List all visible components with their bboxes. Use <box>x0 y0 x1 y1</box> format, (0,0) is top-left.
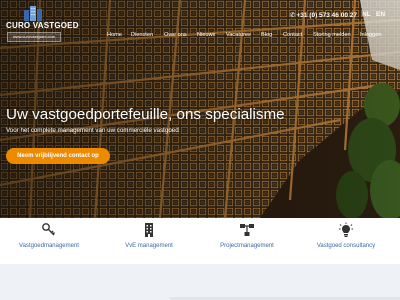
service-vastgoed-consultancy[interactable]: Vastgoed consultancy <box>301 222 391 256</box>
nav-home[interactable]: Home <box>107 32 122 38</box>
phone-icon: ✆ <box>290 12 296 19</box>
nav-over-ons[interactable]: Over ons <box>164 32 187 38</box>
service-label: Projectmanagement <box>220 243 274 249</box>
phone-number: +31 (0) 573 46 00 27 <box>296 12 357 19</box>
lang-nl[interactable]: NL <box>362 11 371 18</box>
service-vastgoedmanagement[interactable]: Vastgoedmanagement <box>4 222 94 256</box>
hero-subline: Voor het complete management van uw comm… <box>6 127 179 134</box>
building-icon <box>145 223 153 237</box>
brand-name: CURO VASTGOED <box>6 21 79 30</box>
nav-nieuws[interactable]: Nieuws <box>197 32 215 38</box>
service-label: Vastgoed consultancy <box>316 243 376 249</box>
key-icon <box>42 223 55 236</box>
service-vve-management[interactable]: VvE management <box>104 222 194 256</box>
service-projectmanagement[interactable]: Projectmanagement <box>202 222 292 256</box>
building-logo-icon <box>24 6 42 21</box>
lightbulb-icon <box>339 222 353 237</box>
service-label: VvE management <box>125 243 173 249</box>
brand-tagline: www.curovastgoed.com <box>7 32 61 42</box>
brand-logo[interactable]: CURO VASTGOED www.curovastgoed.com <box>6 5 78 43</box>
service-label: Vastgoedmanagement <box>19 243 79 249</box>
next-section-band <box>0 264 400 300</box>
nav-blog[interactable]: Blog <box>261 32 272 38</box>
nav-diensten[interactable]: Diensten <box>131 32 153 38</box>
phone-link[interactable]: ✆+31 (0) 573 46 00 27 <box>290 11 357 19</box>
nav-storing-melden[interactable]: Storing melden <box>313 32 351 38</box>
contact-cta-button[interactable]: Neem vrijblijvend contact op <box>6 148 110 164</box>
network-icon <box>240 224 254 236</box>
hero-headline: Uw vastgoedportefeuille, ons specialisme <box>6 106 285 123</box>
nav-contact[interactable]: Contact <box>283 32 302 38</box>
nav-inloggen[interactable]: Inloggen <box>360 32 381 38</box>
lang-en[interactable]: EN <box>376 11 385 18</box>
nav-vacatures[interactable]: Vacatures <box>226 32 251 38</box>
